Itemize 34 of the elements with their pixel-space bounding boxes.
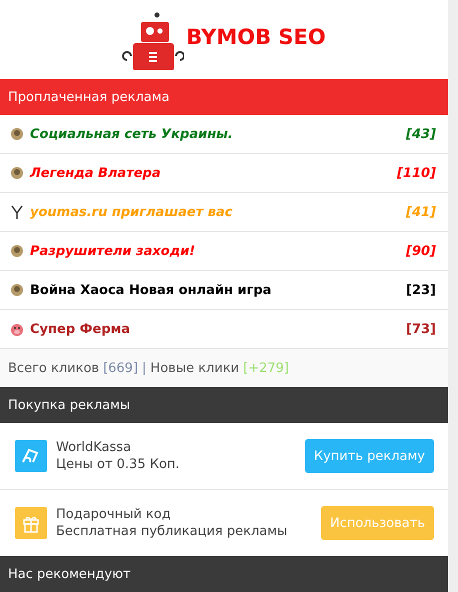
section-title: Нас рекомендуют bbox=[8, 566, 131, 582]
click-count: [41] bbox=[406, 204, 436, 220]
ad-link[interactable]: youmas.ru приглашает вас bbox=[30, 204, 232, 220]
logo-text: BYMOB SEO bbox=[186, 24, 326, 48]
game-thumbnail-icon bbox=[9, 243, 25, 259]
new-clicks-count: [+279] bbox=[243, 360, 289, 376]
buy-button[interactable]: Купить рекламу bbox=[304, 439, 434, 473]
click-count: [110] bbox=[396, 166, 436, 180]
service-detail: Бесплатная публикация рекламы bbox=[56, 523, 288, 540]
pig-icon bbox=[9, 321, 25, 337]
ad-link[interactable]: Социальная сеть Украины. bbox=[30, 126, 233, 142]
game-thumbnail-icon bbox=[9, 165, 25, 181]
section-title: Покупка рекламы bbox=[8, 398, 130, 412]
click-count: [73] bbox=[406, 322, 436, 336]
game-thumbnail-icon bbox=[9, 282, 25, 298]
separator: | bbox=[142, 360, 146, 376]
click-count: [23] bbox=[406, 282, 436, 298]
section-title: Проплаченная реклама bbox=[8, 90, 170, 104]
gift-icon bbox=[15, 507, 47, 539]
new-clicks-label: Новые клики bbox=[150, 360, 240, 376]
ad-link[interactable]: Легенда Влатера bbox=[30, 166, 161, 180]
robot-icon bbox=[122, 10, 184, 70]
total-clicks-count: [669] bbox=[103, 360, 138, 376]
ad-link[interactable]: Супер Ферма bbox=[30, 322, 130, 336]
service-detail: Цены от 0.35 Коп. bbox=[56, 456, 180, 473]
click-count: [43] bbox=[406, 126, 436, 142]
service-name: WorldKassa bbox=[56, 439, 132, 456]
total-clicks-label: Всего кликов bbox=[8, 360, 100, 376]
ad-link[interactable]: Разрушители заходи! bbox=[30, 244, 196, 258]
y-letter-icon bbox=[9, 204, 25, 220]
ad-link[interactable]: Война Хаоса Новая онлайн игра bbox=[30, 282, 272, 298]
service-name: Подарочный код bbox=[56, 506, 172, 523]
game-thumbnail-icon bbox=[9, 126, 25, 142]
click-count: [90] bbox=[406, 244, 436, 258]
